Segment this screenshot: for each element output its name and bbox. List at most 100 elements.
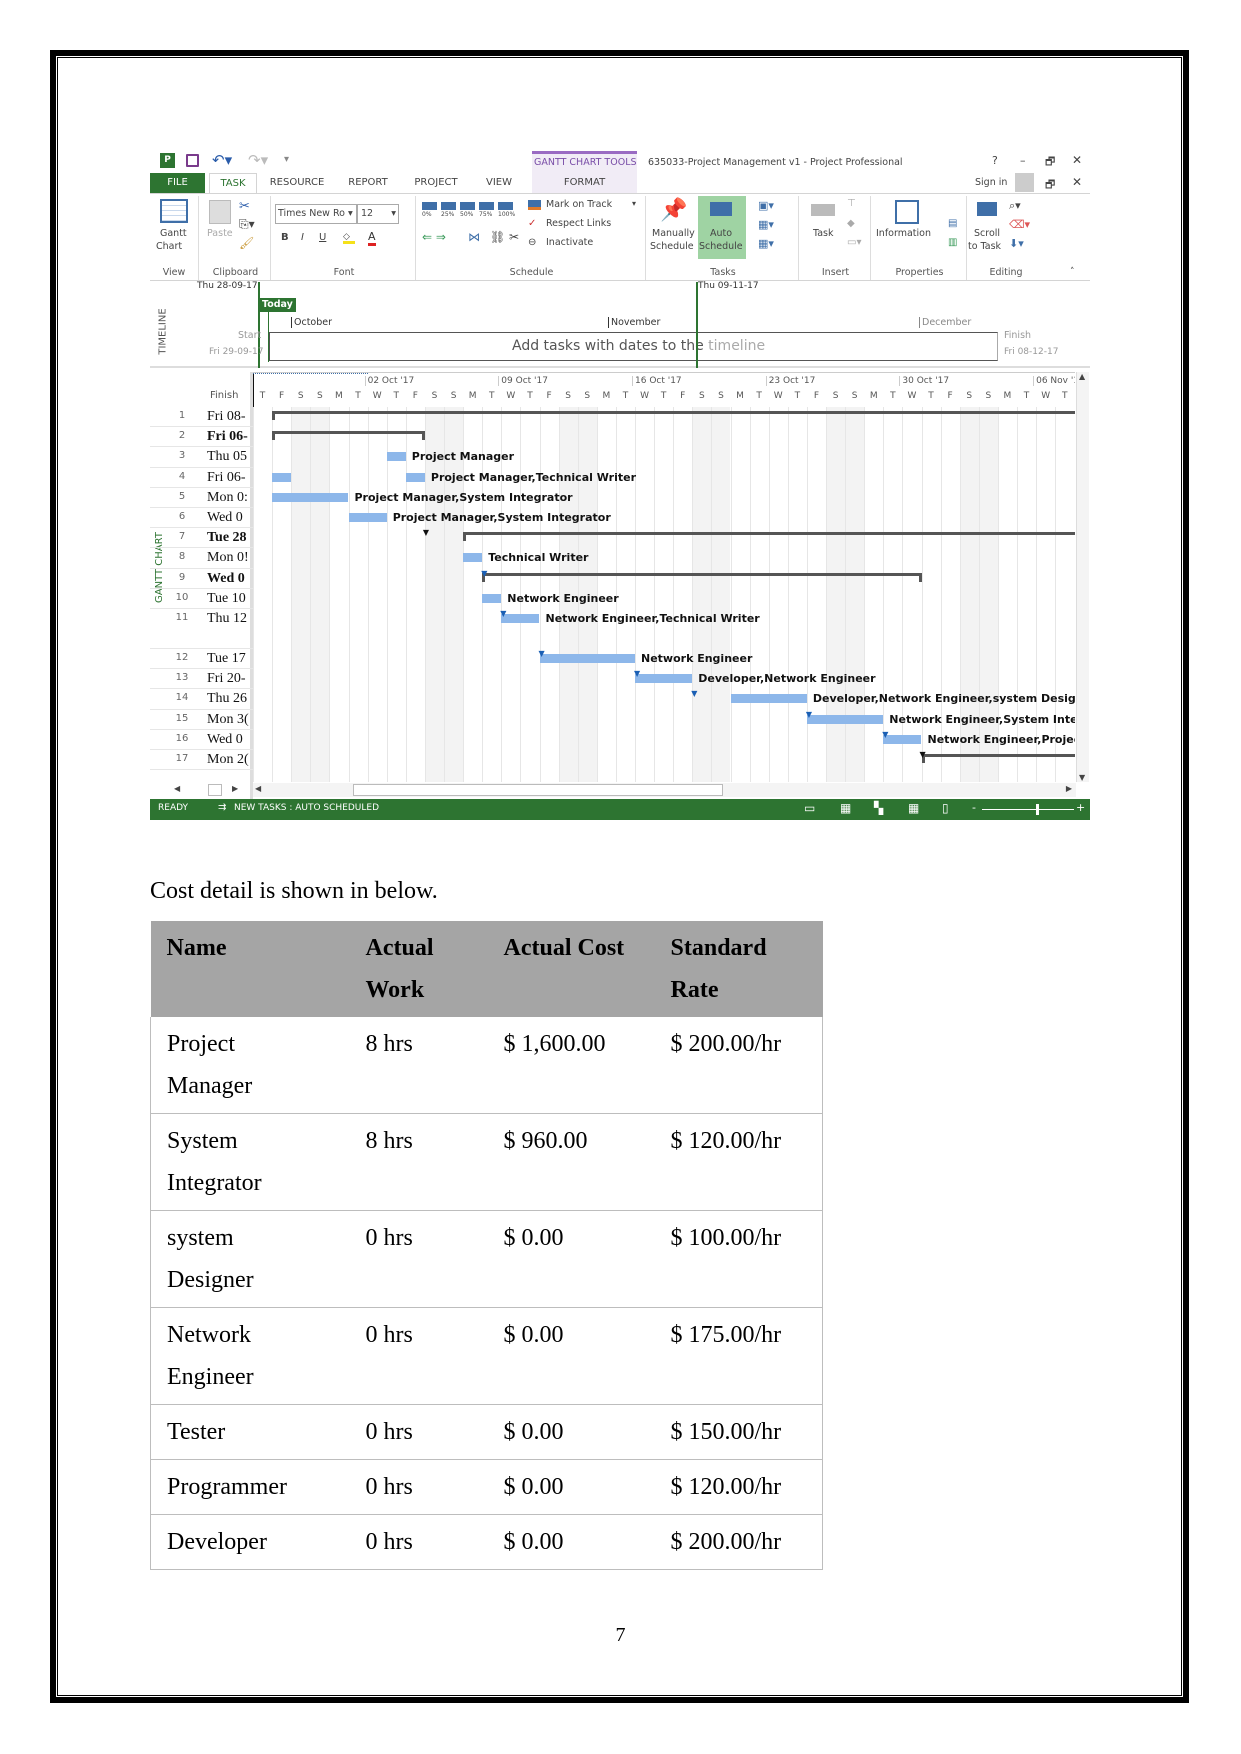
percent-complete-2-button[interactable]	[460, 202, 475, 210]
task-bar	[635, 674, 693, 684]
percent-complete-0-button[interactable]	[422, 202, 437, 210]
zoom-slider-thumb[interactable]	[1036, 804, 1039, 815]
inspect-icon[interactable]: ▣▾	[758, 199, 774, 212]
add-timeline-icon[interactable]: ▥	[948, 237, 957, 248]
resource-sheet-icon[interactable]: ▦	[908, 801, 919, 815]
respect-links-icon: ✓	[528, 218, 537, 229]
tab-file[interactable]: FILE	[150, 173, 205, 193]
window-title: 635033-Project Management v1 - Project P…	[648, 157, 903, 168]
restore-button[interactable]: 🗗	[1045, 153, 1055, 172]
format-painter-icon[interactable]: 🖌	[239, 236, 254, 250]
split-task-icon[interactable]: ⋈	[468, 230, 480, 244]
mark-on-track-button[interactable]: Mark on Track	[546, 199, 612, 210]
finish-column-header: Finish	[210, 390, 239, 401]
percent-complete-1-button[interactable]	[441, 202, 456, 210]
day-letter: F	[813, 391, 820, 401]
table-row: Developer 0 hrs $ 0.00 $ 200.00/hr	[150, 1514, 823, 1570]
task-info-icon[interactable]: ▦▾	[758, 237, 774, 250]
tab-resource[interactable]: RESOURCE	[264, 173, 330, 193]
horizontal-scrollbar[interactable]: ◀ ▶	[253, 783, 1076, 797]
team-planner-icon[interactable]: ▚	[874, 801, 883, 815]
timeline-finish-date: Fri 08-12-17	[1004, 347, 1059, 357]
week-label: 23 Oct '17	[765, 376, 815, 386]
day-column	[711, 407, 731, 782]
scroll-left-icon[interactable]: ◀	[255, 784, 261, 793]
clear-icon[interactable]: ⌫▾	[1009, 218, 1030, 231]
sheet-scrollbar[interactable]: ◀ ▶	[174, 783, 250, 797]
underline-button[interactable]: U	[319, 232, 326, 243]
information-button[interactable]: Information	[876, 228, 931, 239]
paste-icon[interactable]	[209, 200, 231, 224]
respect-links-button[interactable]: Respect Links	[546, 218, 611, 229]
font-size-select[interactable]: 12 ▾	[357, 204, 399, 224]
insert-task-button[interactable]: Task	[813, 228, 834, 239]
minimize-button[interactable]: –	[1020, 154, 1026, 167]
sheet-scroll-right-icon[interactable]: ▶	[232, 784, 238, 793]
notes-icon[interactable]: ▤	[948, 218, 957, 229]
day-letter: M	[736, 391, 744, 401]
link-tasks-icon[interactable]: ⛓ ✂	[490, 230, 519, 244]
deliverable-icon[interactable]: ▭▾	[847, 237, 861, 248]
scroll-thumb[interactable]	[353, 784, 723, 796]
cut-icon[interactable]: ✂	[239, 199, 250, 214]
contextual-tab-label: GANTT CHART TOOLS	[534, 157, 637, 168]
scroll-down-icon[interactable]: ▼	[1079, 773, 1085, 782]
scroll-to-task-button[interactable]: Scroll	[974, 228, 1000, 239]
pin-icon: 📌	[660, 198, 688, 223]
inactivate-button[interactable]: Inactivate	[546, 237, 593, 248]
zoom-out-icon[interactable]: -	[972, 801, 976, 814]
new-tasks-mode[interactable]: NEW TASKS : AUTO SCHEDULED	[234, 803, 379, 813]
copy-icon[interactable]: ⎘▾	[239, 217, 255, 232]
summary-icon[interactable]: ⊤	[847, 198, 856, 209]
customize-toolbar-icon[interactable]: ▾	[284, 154, 289, 165]
redo-icon[interactable]: ↷▾	[248, 151, 268, 169]
percent-complete-4-button[interactable]	[498, 202, 513, 210]
milestone-icon[interactable]: ◆	[847, 218, 855, 229]
font-color-button[interactable]: A	[368, 230, 376, 246]
italic-button[interactable]: I	[301, 232, 304, 243]
save-icon[interactable]	[186, 154, 199, 167]
tab-view[interactable]: VIEW	[476, 173, 522, 193]
finish-cell: Mon 3(	[207, 711, 249, 727]
scroll-up-icon[interactable]: ▲	[1079, 372, 1085, 381]
task-usage-icon[interactable]: ▦	[840, 801, 851, 815]
tab-report[interactable]: REPORT	[340, 173, 396, 193]
task-bar	[883, 734, 922, 744]
gantt-view-icon[interactable]: ▭	[804, 801, 815, 815]
ribbon-close-button[interactable]: ✕	[1072, 175, 1082, 189]
help-button[interactable]: ?	[992, 154, 998, 167]
font-family-select[interactable]: Times New Ro ▾	[275, 204, 357, 224]
sign-in-link[interactable]: Sign in	[975, 177, 1007, 188]
sheet-scroll-left-icon[interactable]: ◀	[174, 784, 180, 793]
tab-format[interactable]: FORMAT	[532, 173, 637, 193]
fill-icon[interactable]: ⬇▾	[1009, 237, 1024, 250]
manually-schedule-button[interactable]: Manually	[652, 228, 695, 239]
bold-button[interactable]: B	[281, 232, 289, 243]
highlight-color-icon[interactable]: ◇	[343, 232, 355, 244]
task-bar	[501, 614, 540, 623]
avatar[interactable]	[1015, 173, 1034, 192]
row-number: 8	[178, 551, 186, 563]
paste-button[interactable]: Paste	[207, 228, 233, 239]
scroll-right-icon[interactable]: ▶	[1066, 784, 1072, 793]
sheet-scroll-thumb[interactable]	[208, 784, 222, 796]
day-column	[673, 407, 692, 782]
gantt-chart-icon[interactable]	[160, 199, 188, 223]
percent-complete-3-button[interactable]	[479, 202, 494, 210]
zoom-in-icon[interactable]: +	[1076, 801, 1085, 814]
close-button[interactable]: ✕	[1072, 153, 1082, 167]
undo-icon[interactable]: ↶▾	[212, 151, 232, 169]
auto-schedule-button[interactable]: Auto Schedule	[698, 196, 746, 259]
report-icon[interactable]: ▯	[942, 801, 949, 815]
tab-task[interactable]: TASK	[209, 173, 257, 193]
zoom-slider[interactable]	[982, 809, 1074, 810]
mode-icon[interactable]: ▦▾	[758, 218, 774, 231]
find-icon[interactable]: ⌕▾	[1009, 199, 1021, 213]
mark-on-track-dropdown[interactable]: ▾	[632, 199, 636, 208]
gantt-chart-button-label: Chart	[156, 241, 183, 252]
vertical-scrollbar[interactable]: ▲ ▼	[1076, 372, 1089, 782]
tab-project[interactable]: PROJECT	[406, 173, 466, 193]
outdent-icon[interactable]: ⇐ ⇒	[422, 230, 446, 244]
collapse-ribbon-icon[interactable]: ˄	[1070, 267, 1075, 277]
gantt-chart-button[interactable]: Gantt	[160, 228, 187, 239]
